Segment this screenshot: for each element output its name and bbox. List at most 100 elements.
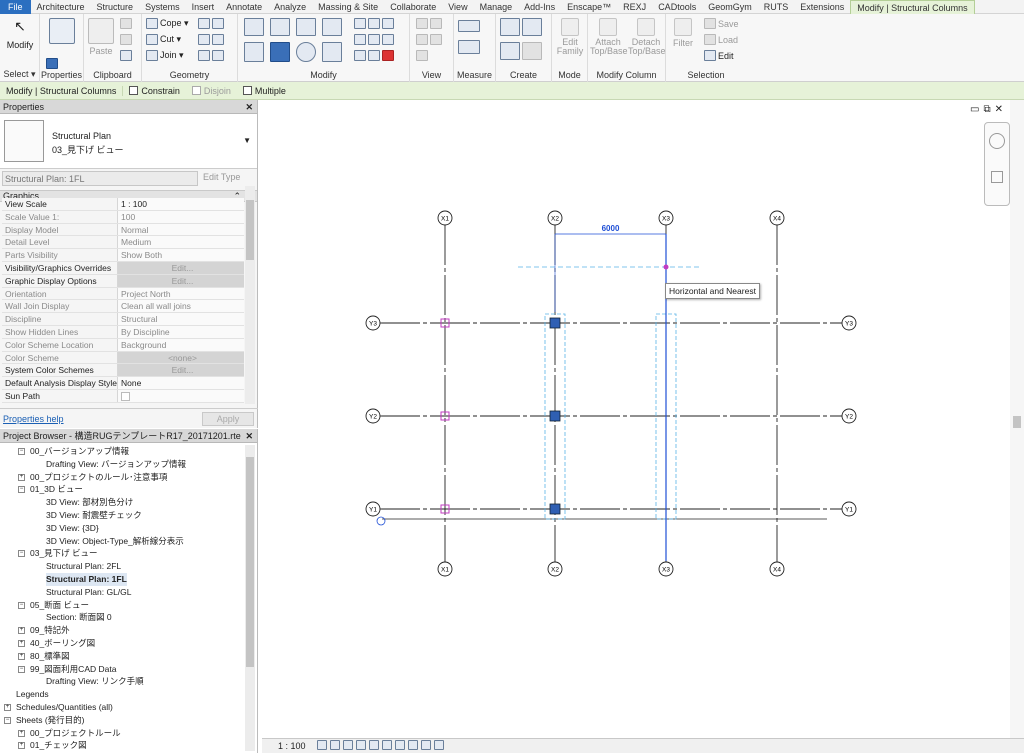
properties-scroll-thumb[interactable] bbox=[246, 200, 254, 260]
property-row[interactable]: Discipline Structural bbox=[2, 313, 244, 326]
close-icon[interactable]: ✕ bbox=[995, 104, 1003, 115]
chevron-down-icon[interactable]: ▼ bbox=[243, 136, 251, 145]
analytical-model-icon[interactable] bbox=[434, 740, 444, 750]
browser-node[interactable]: Section: 断面図 0 bbox=[0, 611, 246, 624]
browser-node[interactable]: Drafting View: バージョンアップ情報 bbox=[0, 458, 246, 471]
show-crop-icon[interactable] bbox=[382, 740, 392, 750]
apply-button[interactable]: Apply bbox=[202, 412, 254, 426]
edit-selection-button[interactable]: Edit bbox=[704, 50, 734, 61]
tab-9[interactable]: View bbox=[442, 0, 473, 14]
cope-button[interactable]: Cope ▾ bbox=[146, 18, 189, 29]
hide-button[interactable] bbox=[416, 18, 442, 29]
rotate-button[interactable] bbox=[296, 42, 316, 62]
browser-node[interactable]: 3D View: Object-Type_解析線分表示 bbox=[0, 535, 246, 548]
browser-node[interactable]: 3D View: 耐震壁チェック bbox=[0, 509, 246, 522]
select-panel-label[interactable]: Select ▾ bbox=[0, 69, 39, 80]
tab-13[interactable]: REXJ bbox=[617, 0, 652, 14]
create-assembly-button[interactable] bbox=[500, 18, 542, 36]
browser-node[interactable]: +80_標準図 bbox=[0, 650, 246, 663]
tab-6[interactable]: Analyze bbox=[268, 0, 312, 14]
browser-node[interactable]: − Sheets (発行目的) bbox=[0, 714, 246, 727]
collapse-icon[interactable]: − bbox=[4, 716, 11, 724]
browser-node[interactable]: Drafting View: リンク手順 bbox=[0, 675, 246, 688]
close-icon[interactable]: ✕ bbox=[245, 100, 253, 114]
constrain-checkbox[interactable]: Constrain bbox=[123, 86, 186, 96]
expand-icon[interactable]: + bbox=[18, 729, 25, 737]
copy-button[interactable] bbox=[120, 34, 132, 45]
collapse-icon[interactable]: − bbox=[18, 486, 25, 494]
trim-button[interactable] bbox=[322, 42, 342, 62]
property-row[interactable]: Default Analysis Display Style None bbox=[2, 377, 244, 390]
disjoin-box[interactable] bbox=[191, 86, 201, 95]
detach-top-base-button[interactable]: Detach Top/Base bbox=[628, 18, 666, 56]
split-button[interactable] bbox=[354, 18, 394, 29]
sun-path-icon[interactable] bbox=[343, 740, 353, 750]
move-button[interactable] bbox=[244, 42, 264, 62]
edit-type-button[interactable]: Edit Type bbox=[203, 172, 240, 182]
tab-10[interactable]: Manage bbox=[474, 0, 519, 14]
expand-icon[interactable]: + bbox=[18, 742, 25, 750]
match-button[interactable] bbox=[120, 50, 132, 61]
attach-top-base-button[interactable]: Attach Top/Base bbox=[590, 18, 628, 56]
property-edit-button[interactable]: Edit... bbox=[118, 364, 244, 377]
structural-plan[interactable]: X1 X1 X2 X2 X3 X3 X4 X4 Y3 Y3 Y2 Y2 Y1 Y1 6000 bbox=[262, 100, 1024, 738]
property-row[interactable]: System Color Schemes Edit... bbox=[2, 364, 244, 378]
crop-view-icon[interactable] bbox=[369, 740, 379, 750]
align-button[interactable] bbox=[244, 18, 264, 36]
browser-node[interactable]: +00_プロジェクトルール bbox=[0, 727, 246, 740]
property-row[interactable]: Show Hidden Lines By Discipline bbox=[2, 325, 244, 339]
save-selection-button[interactable]: Save bbox=[704, 18, 739, 29]
delete-button[interactable] bbox=[354, 50, 394, 61]
browser-node[interactable]: Structural Plan: 2FL bbox=[0, 560, 246, 573]
disjoin-checkbox[interactable]: Disjoin bbox=[186, 86, 237, 96]
browser-node[interactable]: + Schedules/Quantities (all) bbox=[0, 701, 246, 714]
expand-icon[interactable]: + bbox=[18, 473, 25, 481]
browser-scroll-thumb[interactable] bbox=[246, 457, 254, 667]
array-button[interactable] bbox=[354, 34, 394, 45]
browser-node[interactable]: Structural Plan: GL/GL bbox=[0, 586, 246, 599]
tab-2[interactable]: Structure bbox=[91, 0, 140, 14]
cut-geometry-button[interactable]: Cut ▾ bbox=[146, 34, 181, 45]
expand-icon[interactable]: + bbox=[4, 703, 11, 711]
steering-wheel-icon[interactable] bbox=[989, 133, 1005, 149]
join-button[interactable]: Join ▾ bbox=[146, 50, 184, 61]
property-edit-button[interactable]: Edit... bbox=[118, 261, 244, 274]
shadows-icon[interactable] bbox=[356, 740, 366, 750]
close-icon[interactable]: ✕ bbox=[245, 429, 253, 443]
browser-node[interactable]: Structural Plan: 1FL bbox=[0, 572, 246, 586]
mirror-draw-button[interactable] bbox=[322, 18, 342, 36]
property-row[interactable]: Sun Path bbox=[2, 389, 244, 403]
browser-node[interactable]: +40_ボーリング図 bbox=[0, 637, 246, 650]
collapse-icon[interactable]: − bbox=[18, 601, 25, 609]
override-button[interactable] bbox=[416, 34, 442, 45]
copy-element-button[interactable] bbox=[270, 42, 290, 62]
browser-node[interactable]: Legends bbox=[0, 688, 246, 701]
browser-node[interactable]: −00_バージョンアップ情報 bbox=[0, 445, 246, 458]
type-properties-button[interactable] bbox=[46, 58, 58, 69]
browser-node[interactable]: −01_3D ビュー bbox=[0, 483, 246, 496]
instance-selector[interactable]: Structural Plan: 1FL bbox=[2, 171, 198, 186]
load-selection-button[interactable]: Load bbox=[704, 34, 738, 45]
canvas-scroll-thumb[interactable] bbox=[1013, 416, 1021, 428]
drawing-area[interactable]: X1 X1 X2 X2 X3 X3 X4 X4 Y3 Y3 Y2 Y2 Y1 Y1 6000 bbox=[262, 100, 1024, 738]
geometry-tool-2[interactable] bbox=[198, 34, 224, 45]
browser-node[interactable]: +01_チェック図 bbox=[0, 739, 246, 752]
unlocked-3d-icon[interactable] bbox=[395, 740, 405, 750]
browser-node[interactable]: 3D View: {3D} bbox=[0, 522, 246, 535]
property-row[interactable]: Color Scheme Location Background bbox=[2, 338, 244, 352]
scale-display[interactable]: 1 : 100 bbox=[278, 741, 306, 751]
browser-node[interactable]: −05_断面 ビュー bbox=[0, 599, 246, 612]
canvas-scrollbar[interactable] bbox=[1010, 100, 1024, 738]
tab-17[interactable]: Extensions bbox=[794, 0, 850, 14]
reveal-hidden-icon[interactable] bbox=[421, 740, 431, 750]
tab-8[interactable]: Collaborate bbox=[384, 0, 442, 14]
geometry-tool-1[interactable] bbox=[198, 18, 224, 29]
property-row[interactable]: Detail Level Medium bbox=[2, 236, 244, 250]
browser-scrollbar[interactable] bbox=[245, 445, 255, 751]
collapse-icon[interactable]: − bbox=[18, 448, 25, 455]
expand-icon[interactable]: + bbox=[18, 639, 25, 647]
property-row[interactable]: Wall Join Display Clean all wall joins bbox=[2, 300, 244, 314]
browser-node[interactable]: +00_プロジェクトのルール･注意事項 bbox=[0, 471, 246, 484]
tab-0[interactable]: File bbox=[0, 0, 31, 14]
geometry-tool-3[interactable] bbox=[198, 50, 224, 61]
